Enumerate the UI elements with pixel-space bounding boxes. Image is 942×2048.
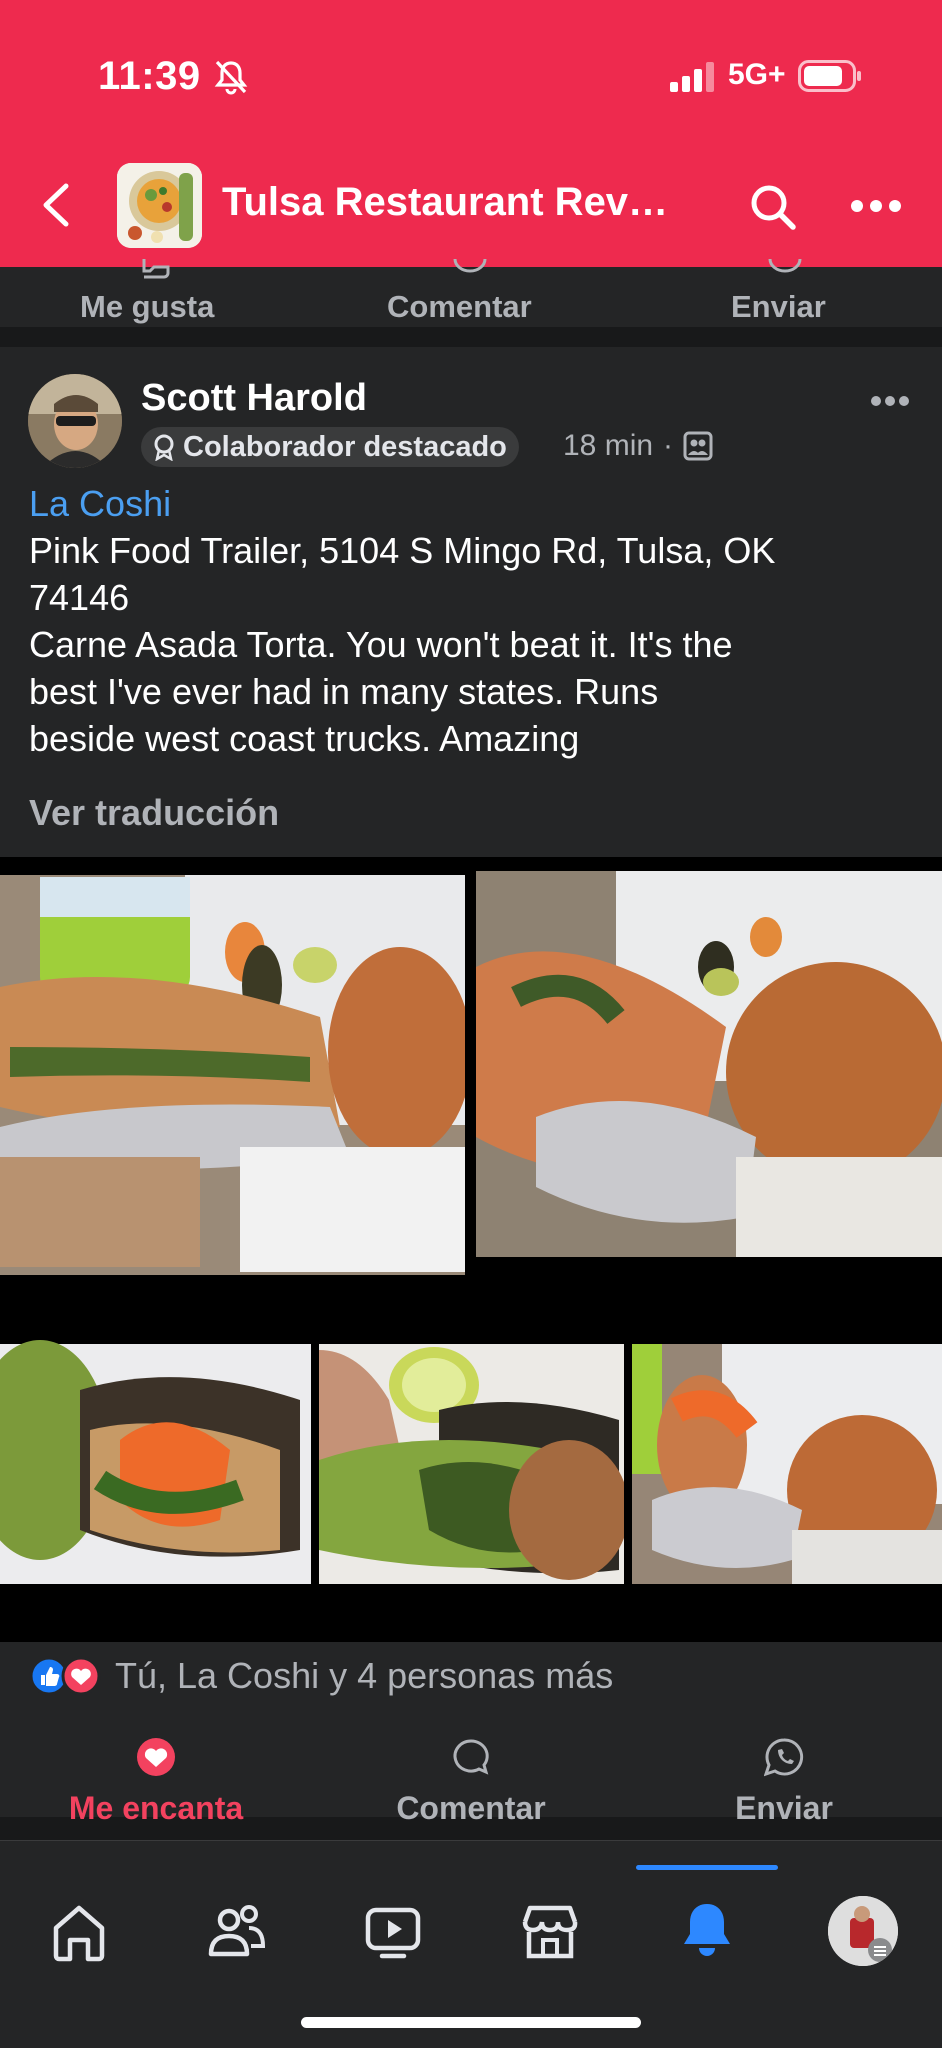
reactions-summary[interactable]: Tú, La Coshi y 4 personas más <box>29 1655 613 1697</box>
status-time: 11:39 <box>98 54 201 98</box>
bell-muted-icon <box>214 60 248 95</box>
post-options-icon[interactable] <box>870 395 910 407</box>
food-photo[interactable] <box>319 1330 624 1642</box>
author-name[interactable]: Scott Harold <box>141 377 367 420</box>
home-indicator <box>301 2017 641 2028</box>
send-button[interactable]: Enviar <box>654 1737 914 1827</box>
friends-icon[interactable] <box>201 1896 271 1966</box>
post-card: Scott Harold Colaborador destacado 18 mi… <box>0 347 942 1827</box>
header-bar: 11:39 5G+ Tulsa Restaurant Rev… <box>0 0 942 267</box>
more-icon[interactable] <box>850 198 902 214</box>
prev-send-button[interactable]: Enviar <box>731 289 826 325</box>
like-icon <box>142 259 170 279</box>
author-avatar[interactable] <box>28 374 122 468</box>
prev-comment-button[interactable]: Comentar <box>387 289 532 325</box>
post-text-line: best I've ever had in many states. Runs <box>29 671 659 712</box>
post-actions: Me encanta Comentar Enviar <box>0 1737 942 1827</box>
cellular-signal-icon <box>670 62 714 92</box>
notifications-icon[interactable] <box>672 1896 742 1966</box>
prev-like-button[interactable]: Me gusta <box>80 289 214 325</box>
post-body: La Coshi Pink Food Trailer, 5104 S Mingo… <box>29 480 919 762</box>
food-photo[interactable] <box>476 857 942 1322</box>
comment-button[interactable]: Comentar <box>341 1737 601 1827</box>
home-icon[interactable] <box>44 1896 114 1966</box>
contributor-badge: Colaborador destacado <box>141 427 519 467</box>
network-type: 5G+ <box>728 58 786 91</box>
back-icon[interactable] <box>38 180 74 230</box>
place-link[interactable]: La Coshi <box>29 480 919 527</box>
app-screen: 11:39 5G+ Tulsa Restaurant Rev… Me gusta… <box>0 0 942 2048</box>
post-text-line: 74146 <box>29 577 130 618</box>
send-label: Enviar <box>735 1790 833 1826</box>
reactions-text: Tú, La Coshi y 4 personas más <box>115 1655 614 1696</box>
post-text-line: Pink Food Trailer, 5104 S Mingo Rd, Tuls… <box>29 530 776 571</box>
meta-separator: · <box>663 429 674 462</box>
photo-grid <box>0 857 942 1642</box>
video-icon[interactable] <box>358 1896 428 1966</box>
food-photo[interactable] <box>0 857 465 1322</box>
love-label: Me encanta <box>68 1790 244 1826</box>
heart-reaction-icon <box>137 1738 175 1776</box>
love-button[interactable]: Me encanta <box>26 1737 286 1827</box>
post-meta: 18 min · <box>563 429 713 463</box>
whatsapp-icon <box>763 1738 804 1777</box>
comment-icon <box>453 1739 489 1775</box>
active-tab-indicator <box>636 1865 778 1870</box>
comment-icon <box>453 259 487 273</box>
reaction-icons <box>29 1656 101 1696</box>
previous-post-actions: Me gusta Comentar Enviar <box>0 259 942 337</box>
group-audience-icon <box>683 431 713 461</box>
group-title[interactable]: Tulsa Restaurant Rev… <box>222 180 682 225</box>
post-text-line: beside west coast trucks. Amazing <box>29 718 580 759</box>
post-text-line: Carne Asada Torta. You won't beat it. It… <box>29 624 733 665</box>
badge-label: Colaborador destacado <box>183 430 507 463</box>
profile-avatar[interactable] <box>828 1896 898 1966</box>
see-translation-link[interactable]: Ver traducción <box>29 792 279 834</box>
marketplace-icon[interactable] <box>515 1896 585 1966</box>
comment-label: Comentar <box>396 1790 546 1826</box>
food-photo[interactable] <box>632 1330 942 1642</box>
whatsapp-icon <box>768 259 802 273</box>
post-time[interactable]: 18 min <box>563 429 653 463</box>
group-thumbnail[interactable] <box>117 163 202 248</box>
search-icon[interactable] <box>748 182 798 232</box>
battery-icon <box>798 60 861 92</box>
award-icon <box>154 434 174 461</box>
food-photo[interactable] <box>0 1330 311 1642</box>
